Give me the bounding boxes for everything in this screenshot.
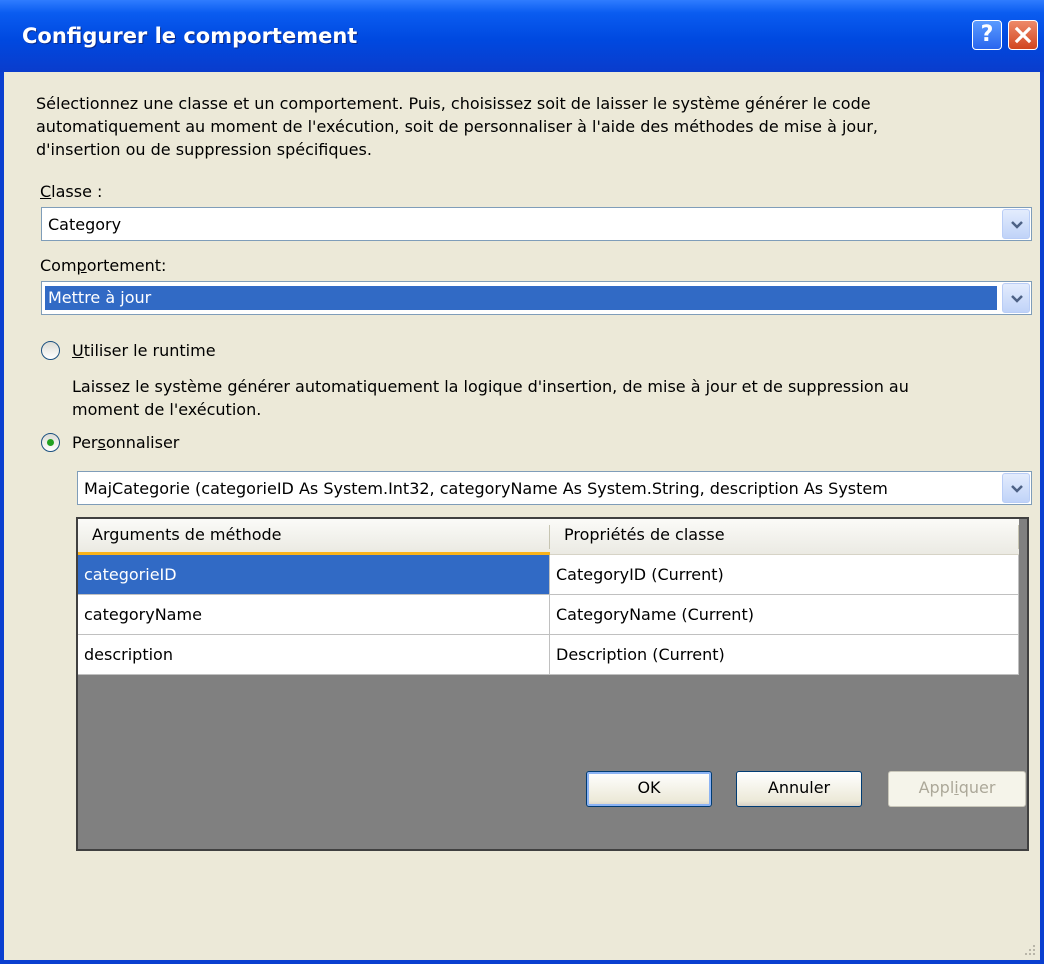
dialog-window: Configurer le comportement ? Sélectionne… — [0, 0, 1044, 964]
column-header-class-properties[interactable]: Propriétés de classe — [550, 519, 1019, 555]
window-title: Configurer le comportement — [22, 24, 358, 48]
resize-grip-icon[interactable] — [1022, 942, 1036, 956]
behavior-value: Mettre à jour — [45, 286, 997, 310]
description-line-3: d'insertion ou de suppression spécifique… — [36, 140, 372, 159]
runtime-help-line-1: Laissez le système générer automatiqueme… — [72, 377, 909, 396]
behavior-label: Comportement: — [40, 256, 167, 275]
chevron-down-icon — [1011, 295, 1023, 303]
chevron-down-icon — [1011, 221, 1023, 229]
help-button[interactable]: ? — [972, 20, 1002, 50]
class-dropdown-button[interactable] — [1002, 209, 1030, 239]
apply-button[interactable]: Appliquer — [888, 771, 1026, 807]
class-value: Category — [48, 215, 122, 234]
column-header-method-arguments[interactable]: Arguments de méthode — [78, 519, 550, 555]
method-combobox[interactable]: MajCategorie (categorieID As System.Int3… — [77, 471, 1032, 505]
ok-button[interactable]: OK — [586, 771, 712, 807]
method-dropdown-button[interactable] — [1002, 473, 1030, 503]
table-row[interactable]: description Description (Current) — [78, 635, 1023, 675]
property-cell[interactable]: CategoryName (Current) — [550, 595, 1019, 635]
method-value: MajCategorie (categorieID As System.Int3… — [84, 479, 888, 498]
property-cell[interactable]: Description (Current) — [550, 635, 1019, 675]
close-button[interactable] — [1008, 20, 1038, 50]
argument-cell[interactable]: categorieID — [78, 555, 550, 595]
behavior-combobox[interactable]: Mettre à jour — [41, 281, 1032, 315]
argument-cell[interactable]: categoryName — [78, 595, 550, 635]
runtime-radio-label[interactable]: Utiliser le runtime — [72, 341, 216, 360]
table-row[interactable]: categoryName CategoryName (Current) — [78, 595, 1023, 635]
customize-radio-label[interactable]: Personnaliser — [72, 433, 179, 452]
dialog-client-area: Sélectionnez une classe et un comporteme… — [4, 72, 1040, 960]
table-row[interactable]: categorieID CategoryID (Current) — [78, 555, 1023, 595]
description-line-1: Sélectionnez une classe et un comporteme… — [36, 94, 871, 113]
argument-mapping-grid[interactable]: Arguments de méthode Propriétés de class… — [76, 517, 1029, 851]
description-line-2: automatiquement au moment de l'exécution… — [36, 117, 878, 136]
title-bar[interactable]: Configurer le comportement ? — [0, 0, 1044, 72]
chevron-down-icon — [1011, 485, 1023, 493]
class-label: Classe : — [40, 182, 103, 201]
close-icon — [1014, 26, 1032, 44]
runtime-radio[interactable] — [41, 341, 60, 360]
radio-selected-dot — [47, 439, 54, 446]
property-cell[interactable]: CategoryID (Current) — [550, 555, 1019, 595]
argument-cell[interactable]: description — [78, 635, 550, 675]
behavior-dropdown-button[interactable] — [1002, 283, 1030, 313]
help-icon: ? — [980, 22, 994, 47]
cancel-button[interactable]: Annuler — [736, 771, 862, 807]
class-combobox[interactable]: Category — [41, 207, 1032, 241]
customize-radio[interactable] — [41, 433, 60, 452]
runtime-help-line-2: moment de l'exécution. — [72, 400, 262, 419]
